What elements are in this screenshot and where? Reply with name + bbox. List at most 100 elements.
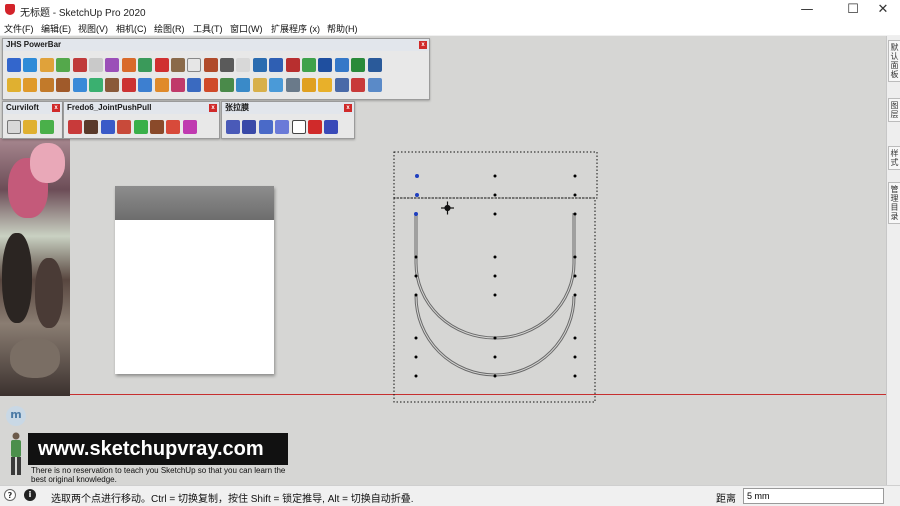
fredo-tool-icon[interactable] [166, 120, 181, 134]
curviloft-tool-icon[interactable] [23, 120, 38, 134]
curviloft-tool-icon[interactable] [39, 120, 54, 134]
jhs-tool-icon[interactable] [236, 58, 251, 72]
window-title: 无标题 - SketchUp Pro 2020 [20, 8, 146, 19]
membrane-tool-icon[interactable] [275, 120, 290, 134]
menu-edit[interactable]: 编辑(E) [41, 22, 71, 35]
jhs-tool-icon[interactable] [318, 58, 333, 72]
jhs-tool-icon[interactable] [285, 78, 300, 92]
jhs-tool-icon[interactable] [220, 58, 235, 72]
fredo-tool-icon[interactable] [117, 120, 132, 134]
toolbar-close-icon[interactable]: x [419, 41, 427, 49]
jhs-tool-icon[interactable] [252, 78, 267, 92]
jhs-tool-row-2 [7, 78, 384, 94]
toolbar-curviloft[interactable]: Curviloft x [2, 101, 63, 139]
toolbar-close-icon[interactable]: x [344, 104, 352, 112]
jhs-tool-icon[interactable] [72, 58, 87, 72]
maximize-icon[interactable]: ☐ [836, 0, 870, 20]
jhs-tool-icon[interactable] [138, 58, 153, 72]
measurement-input[interactable] [743, 488, 884, 504]
jhs-tool-icon[interactable] [154, 58, 169, 72]
jhs-tool-icon[interactable] [39, 78, 54, 92]
fredo-tool-icon[interactable] [68, 120, 82, 134]
minimize-icon[interactable]: — [790, 0, 824, 20]
info-icon[interactable]: i [24, 489, 36, 501]
membrane-tool-icon[interactable] [324, 120, 339, 134]
jhs-tool-icon[interactable] [351, 78, 366, 92]
menu-window[interactable]: 窗口(W) [230, 22, 263, 35]
jhs-tool-icon[interactable] [23, 78, 38, 92]
jhs-tool-icon[interactable] [367, 78, 382, 92]
jhs-tool-icon[interactable] [72, 78, 87, 92]
jhs-tool-icon[interactable] [56, 78, 71, 92]
watermark-logo: m [6, 406, 26, 426]
toolbar-fredo6-jointpushpull[interactable]: Fredo6_JointPushPull x [63, 101, 220, 139]
jhs-tool-icon[interactable] [154, 78, 169, 92]
fredo-tool-icon[interactable] [182, 120, 197, 134]
jhs-tool-icon[interactable] [88, 58, 103, 72]
jhs-tool-icon[interactable] [236, 78, 251, 92]
toolbar-tension-membrane[interactable]: 张拉膜 x [221, 101, 355, 139]
membrane-tool-icon[interactable] [258, 120, 273, 134]
jhs-tool-icon[interactable] [302, 58, 317, 72]
jhs-tool-icon[interactable] [269, 78, 284, 92]
fredo-tool-icon[interactable] [84, 120, 99, 134]
jhs-tool-icon[interactable] [187, 78, 202, 92]
toolbar-close-icon[interactable]: x [209, 104, 217, 112]
menu-file[interactable]: 文件(F) [4, 22, 34, 35]
toolbar-jhs-powerbar[interactable]: JHS PowerBar x [2, 38, 430, 100]
side-tab-outliner[interactable]: 管理目录 [888, 182, 900, 224]
jhs-tool-icon[interactable] [220, 78, 235, 92]
curviloft-tool-icon[interactable] [7, 120, 21, 134]
jhs-tool-icon[interactable] [105, 58, 120, 72]
jhs-tool-icon[interactable] [105, 78, 120, 92]
jhs-tool-icon[interactable] [23, 58, 38, 72]
jhs-tool-icon[interactable] [187, 58, 202, 72]
jhs-tool-icon[interactable] [334, 58, 349, 72]
jhs-tool-icon[interactable] [121, 58, 136, 72]
side-tab-layers[interactable]: 图层 [888, 98, 900, 122]
jhs-tool-icon[interactable] [121, 78, 136, 92]
jhs-tool-icon[interactable] [302, 78, 317, 92]
jhs-tool-icon[interactable] [7, 58, 21, 72]
jhs-tool-icon[interactable] [203, 58, 218, 72]
jhs-tool-icon[interactable] [170, 78, 185, 92]
fredo-tool-icon[interactable] [100, 120, 115, 134]
jhs-tool-icon[interactable] [318, 78, 333, 92]
close-icon[interactable]: ✕ [866, 0, 900, 20]
menu-view[interactable]: 视图(V) [78, 22, 108, 35]
jhs-tool-icon[interactable] [56, 58, 71, 72]
jhs-tool-icon[interactable] [7, 78, 21, 92]
fredo-tool-icon[interactable] [149, 120, 164, 134]
jhs-tool-icon[interactable] [88, 78, 103, 92]
menu-extensions[interactable]: 扩展程序 (x) [271, 22, 320, 35]
jhs-tool-icon[interactable] [367, 58, 382, 72]
fredo-tool-icon[interactable] [133, 120, 148, 134]
jhs-tool-row-1 [7, 58, 384, 74]
jhs-tool-icon[interactable] [39, 58, 54, 72]
jhs-tool-icon[interactable] [252, 58, 267, 72]
jhs-tool-icon[interactable] [138, 78, 153, 92]
side-tab-default-tray[interactable]: 默认面板 [888, 40, 900, 82]
jhs-tool-icon[interactable] [285, 58, 300, 72]
menu-draw[interactable]: 绘图(R) [154, 22, 185, 35]
stop-icon[interactable] [307, 120, 322, 134]
help-icon[interactable]: ? [4, 489, 16, 501]
membrane-tool-icon[interactable] [226, 120, 240, 134]
menu-help[interactable]: 帮助(H) [327, 22, 358, 35]
membrane-tool-icon[interactable] [242, 120, 257, 134]
menu-tools[interactable]: 工具(T) [193, 22, 223, 35]
status-hint: 选取两个点进行移动。Ctrl = 切换复制，按住 Shift = 锁定推导, A… [51, 494, 414, 505]
scale-figure-icon [11, 432, 21, 475]
jhs-tool-icon[interactable] [269, 58, 284, 72]
watermark-url: www.sketchupvray.com [28, 433, 288, 465]
toolbar-close-icon[interactable]: x [52, 104, 60, 112]
jhs-tool-icon[interactable] [170, 58, 185, 72]
menu-camera[interactable]: 相机(C) [116, 22, 147, 35]
toolbar-title: 张拉膜 [222, 102, 354, 114]
jhs-tool-icon[interactable] [203, 78, 218, 92]
right-side-panel: 默认面板 图层 样式 管理目录 [886, 36, 900, 485]
play-icon[interactable] [291, 120, 306, 134]
side-tab-styles[interactable]: 样式 [888, 146, 900, 170]
jhs-tool-icon[interactable] [334, 78, 349, 92]
jhs-tool-icon[interactable] [351, 58, 366, 72]
